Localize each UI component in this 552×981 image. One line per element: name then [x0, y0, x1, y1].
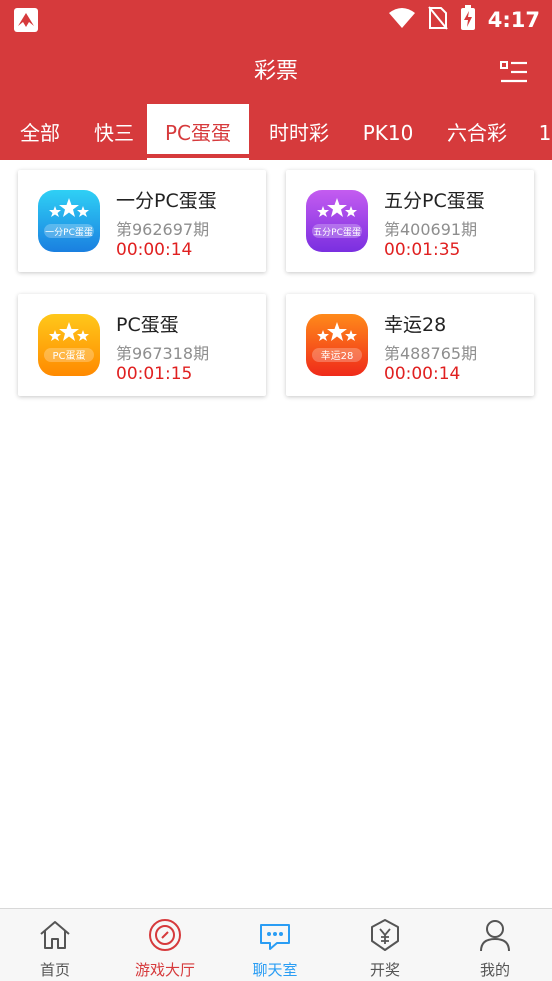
nav-label: 聊天室 — [252, 961, 298, 979]
pc-dandan-badge-icon: 五分PC蛋蛋 — [306, 190, 368, 252]
nav-label: 首页 — [39, 961, 70, 979]
svg-text:五分PC蛋蛋: 五分PC蛋蛋 — [313, 227, 361, 238]
lottery-draw-icon — [367, 917, 403, 953]
status-clock: 4:17 — [487, 8, 540, 32]
game-period: 第962697期 — [116, 220, 210, 239]
no-sim-icon — [427, 6, 448, 34]
game-name: 一分PC蛋蛋 — [116, 190, 217, 212]
chat-icon — [257, 917, 293, 953]
game-period: 第488765期 — [384, 344, 478, 363]
xingyun-28-badge-icon: 幸运28 — [306, 314, 368, 376]
nav-profile[interactable]: 我的 — [440, 909, 550, 981]
list-menu-icon[interactable] — [500, 60, 528, 84]
game-name: 幸运28 — [384, 314, 447, 336]
svg-text:PC蛋蛋: PC蛋蛋 — [52, 350, 85, 362]
game-countdown: 00:00:14 — [116, 240, 193, 260]
profile-icon — [477, 917, 513, 953]
app-header: 彩票 — [0, 40, 552, 104]
svg-text:幸运28: 幸运28 — [321, 350, 354, 362]
category-tabs: 全部 快三 PC蛋蛋 时时彩 PK10 六合彩 1 — [0, 104, 552, 160]
nav-label: 开奖 — [369, 961, 400, 979]
game-card-1fen-pc-dandan[interactable]: 一分PC蛋蛋 一分PC蛋蛋 第962697期 00:00:14 — [18, 170, 266, 272]
svg-text:一分PC蛋蛋: 一分PC蛋蛋 — [45, 227, 93, 238]
game-name: PC蛋蛋 — [116, 314, 179, 336]
home-icon — [37, 917, 73, 953]
tab-kuaisan[interactable]: 快三 — [82, 104, 146, 160]
nav-label: 游戏大厅 — [134, 961, 195, 979]
tab-more[interactable]: 1 — [530, 104, 552, 160]
page-title: 彩票 — [253, 59, 298, 84]
game-card-xingyun-28[interactable]: 幸运28 幸运28 第488765期 00:00:14 — [286, 294, 534, 396]
game-card-5fen-pc-dandan[interactable]: 五分PC蛋蛋 五分PC蛋蛋 第400691期 00:01:35 — [286, 170, 534, 272]
tab-liuhecai[interactable]: 六合彩 — [436, 104, 518, 160]
pc-dandan-badge-icon: PC蛋蛋 — [38, 314, 100, 376]
game-period: 第400691期 — [384, 220, 478, 239]
bottom-nav: 首页 游戏大厅 聊天室 开奖 我的 — [0, 908, 552, 981]
battery-charging-icon — [460, 5, 476, 35]
active-tab-indicator — [147, 154, 249, 158]
pc-dandan-badge-icon: 一分PC蛋蛋 — [38, 190, 100, 252]
game-hall-icon — [147, 917, 183, 953]
game-countdown: 00:00:14 — [384, 364, 461, 384]
nav-home[interactable]: 首页 — [0, 909, 110, 981]
nav-chat-room[interactable]: 聊天室 — [220, 909, 330, 981]
wifi-icon — [388, 7, 416, 33]
tab-pc-dandan[interactable]: PC蛋蛋 — [147, 104, 249, 160]
nav-game-hall[interactable]: 游戏大厅 — [110, 909, 220, 981]
tab-all[interactable]: 全部 — [8, 104, 72, 160]
game-card-pc-dandan[interactable]: PC蛋蛋 PC蛋蛋 第967318期 00:01:15 — [18, 294, 266, 396]
app-logo-icon — [14, 8, 38, 32]
nav-label: 我的 — [479, 961, 510, 979]
game-countdown: 00:01:15 — [116, 364, 193, 384]
game-countdown: 00:01:35 — [384, 240, 461, 260]
game-list: 一分PC蛋蛋 一分PC蛋蛋 第962697期 00:00:14 五分PC蛋蛋 五… — [0, 160, 552, 908]
game-period: 第967318期 — [116, 344, 210, 363]
nav-lottery-draw[interactable]: 开奖 — [330, 909, 440, 981]
tab-shishicai[interactable]: 时时彩 — [258, 104, 340, 160]
tab-pk10[interactable]: PK10 — [352, 104, 424, 160]
game-name: 五分PC蛋蛋 — [384, 190, 485, 212]
status-bar: 4:17 — [0, 0, 552, 40]
